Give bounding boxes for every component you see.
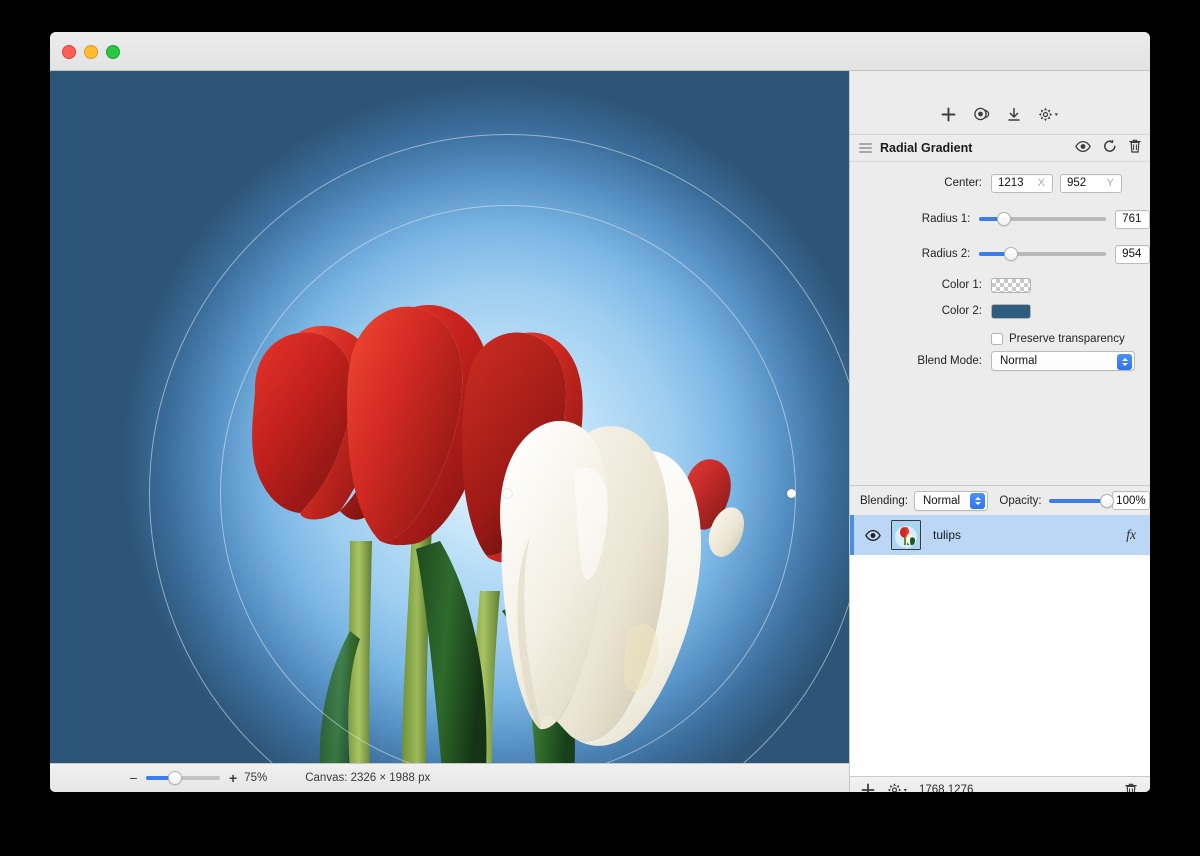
minimize-window-button[interactable] xyxy=(84,45,98,59)
download-icon xyxy=(1008,107,1020,121)
layer-visibility-toggle[interactable] xyxy=(865,529,881,541)
add-layer-button[interactable] xyxy=(861,783,875,792)
color2-label: Color 2: xyxy=(941,305,982,317)
opacity-slider-fill xyxy=(1048,498,1107,503)
radial-gradient-backdrop xyxy=(50,71,849,763)
blend-mode-label: Blend Mode: xyxy=(917,355,982,367)
inspector-panel: Radial Gradient Center: 1213 X 952 Y Rad… xyxy=(849,71,1150,792)
zoom-in-button[interactable]: + xyxy=(229,771,237,785)
blend-mode-dropdown[interactable]: Normal xyxy=(991,351,1135,371)
gradient-radius1-handle[interactable] xyxy=(787,489,796,498)
delete-layer-button[interactable] xyxy=(1125,783,1137,792)
center-y-value: 952 xyxy=(1067,177,1087,189)
blending-dropdown[interactable]: Normal xyxy=(913,490,989,511)
maximize-window-button[interactable] xyxy=(106,45,120,59)
reset-icon xyxy=(1104,139,1116,152)
layer-name: tulips xyxy=(933,528,962,542)
opacity-slider[interactable] xyxy=(1048,493,1114,508)
color2-swatch[interactable] xyxy=(991,303,1031,319)
param-color2-row: Color 2: xyxy=(850,300,1150,322)
preview-filter-button[interactable] xyxy=(973,107,990,121)
blending-label: Blending: xyxy=(860,494,908,507)
center-x-value: 1213 xyxy=(998,177,1024,189)
zoom-out-button[interactable]: − xyxy=(128,771,139,785)
canvas-image[interactable] xyxy=(50,71,849,763)
canvas-status-bar: − + 75% Canvas: 2326 × 1988 px xyxy=(50,763,849,792)
gear-dropdown-icon xyxy=(887,782,907,792)
chevron-updown-icon xyxy=(1117,353,1132,370)
preserve-transparency-checkbox[interactable] xyxy=(991,333,1003,345)
title-bar xyxy=(50,32,1150,71)
filter-title: Radial Gradient xyxy=(880,141,973,155)
toggle-filter-visibility-button[interactable] xyxy=(1075,139,1091,157)
eye-icon xyxy=(1075,140,1091,153)
radius1-value: 761 xyxy=(1122,213,1142,225)
window-controls xyxy=(62,45,120,59)
radius2-field[interactable]: 954 xyxy=(1115,244,1150,264)
radius1-label: Radius 1: xyxy=(921,213,971,225)
filter-header[interactable]: Radial Gradient xyxy=(850,134,1150,162)
zoom-slider[interactable] xyxy=(146,771,220,785)
application-window: filter example3.acorn fx (p) xyxy=(50,32,1150,792)
layer-options-button[interactable] xyxy=(887,782,908,792)
filter-options-button[interactable] xyxy=(1038,107,1059,122)
blend-mode-value: Normal xyxy=(1000,355,1038,367)
param-blend-mode-row: Blend Mode: Normal xyxy=(850,350,1150,372)
tulips-thumbnail xyxy=(892,521,920,549)
radius2-label: Radius 2: xyxy=(921,248,971,260)
zoom-slider-knob[interactable] xyxy=(168,771,182,785)
trash-icon xyxy=(1129,139,1141,153)
param-radius1-row: Radius 1: 761 xyxy=(850,208,1150,230)
download-filter-button[interactable] xyxy=(1007,107,1021,122)
reset-filter-button[interactable] xyxy=(1103,139,1117,158)
param-preserve-transparency-row: Preserve transparency xyxy=(850,328,1150,350)
layer-thumbnail[interactable] xyxy=(891,520,921,550)
center-y-suffix: Y xyxy=(1106,177,1114,189)
filter-header-actions xyxy=(1075,139,1141,158)
layers-footer: 1768,1276 xyxy=(850,776,1150,792)
layer-row[interactable]: tulips fx xyxy=(850,515,1150,556)
canvas-size-label: Canvas: 2326 × 1988 px xyxy=(305,772,431,784)
radius2-slider-knob[interactable] xyxy=(1004,247,1019,261)
layers-list[interactable]: tulips fx xyxy=(850,515,1150,776)
preserve-transparency-label: Preserve transparency xyxy=(1009,333,1125,345)
param-center-row: Center: 1213 X 952 Y xyxy=(850,172,1150,194)
param-radius2-row: Radius 2: 954 xyxy=(850,243,1150,265)
filter-toolbar xyxy=(850,101,1150,127)
center-x-suffix: X xyxy=(1037,177,1045,189)
radius1-slider[interactable] xyxy=(979,212,1107,226)
center-x-field[interactable]: 1213 X xyxy=(991,173,1053,193)
plus-icon xyxy=(861,783,875,792)
color1-label: Color 1: xyxy=(941,279,982,291)
canvas-area[interactable]: − + 75% Canvas: 2326 × 1988 px xyxy=(50,71,849,792)
plus-icon xyxy=(941,107,956,121)
radius1-slider-knob[interactable] xyxy=(997,212,1012,226)
zoom-level-value: 75% xyxy=(244,772,268,784)
chevron-updown-icon xyxy=(970,493,986,509)
delete-filter-button[interactable] xyxy=(1129,139,1141,158)
layers-toolbar: Blending: Normal Opacity: 100% xyxy=(850,485,1150,515)
gear-dropdown-icon xyxy=(1038,107,1058,121)
blending-value: Normal xyxy=(922,494,961,507)
radius2-value: 954 xyxy=(1122,248,1142,260)
cursor-coordinates: 1768,1276 xyxy=(919,783,974,793)
opacity-slider-knob[interactable] xyxy=(1099,493,1114,508)
drag-handle-icon[interactable] xyxy=(859,143,872,153)
close-window-button[interactable] xyxy=(62,45,76,59)
center-label: Center: xyxy=(944,177,982,189)
layer-fx-badge[interactable]: fx xyxy=(1126,527,1136,543)
trash-icon xyxy=(1125,783,1137,792)
add-filter-button[interactable] xyxy=(941,107,956,122)
center-y-field[interactable]: 952 Y xyxy=(1060,173,1122,193)
opacity-field[interactable]: 100% xyxy=(1111,491,1150,510)
radius1-field[interactable]: 761 xyxy=(1115,209,1150,229)
gradient-center-handle[interactable] xyxy=(503,489,512,498)
opacity-label: Opacity: xyxy=(999,494,1042,507)
eye-icon xyxy=(865,529,881,541)
radius2-slider[interactable] xyxy=(979,247,1107,261)
param-color1-row: Color 1: xyxy=(850,274,1150,296)
eye-target-icon xyxy=(974,107,990,121)
color1-swatch[interactable] xyxy=(991,277,1031,293)
